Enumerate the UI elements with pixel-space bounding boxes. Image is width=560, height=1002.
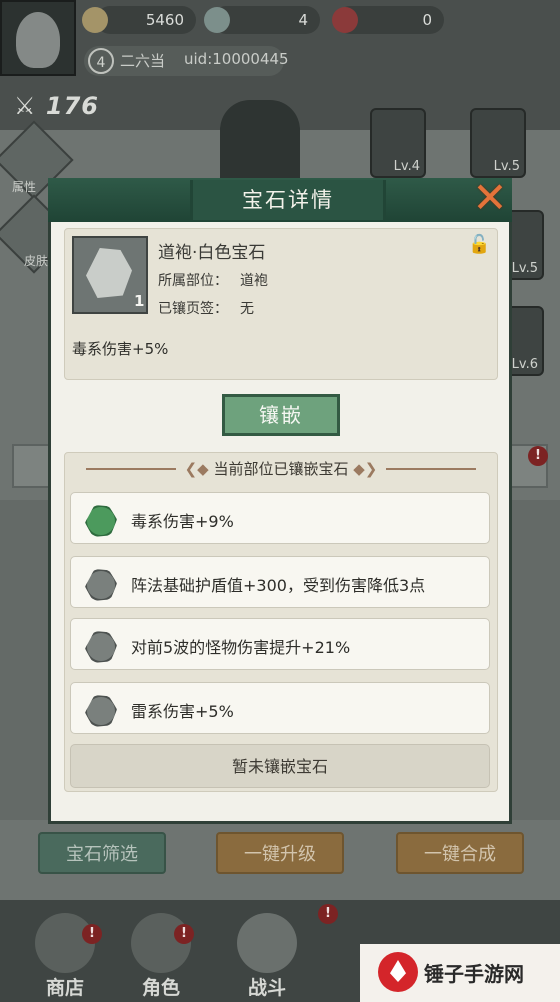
grey-gem-icon (85, 569, 117, 601)
shop-icon (35, 913, 95, 973)
nav-role-label: 角色 (141, 977, 180, 999)
equip-level: Lv.5 (511, 261, 538, 276)
gem-part-label: 所属部位： (158, 273, 228, 289)
green-gem-icon (85, 505, 117, 537)
inlaid-gem-effect: 对前5波的怪物伤害提升+21% (131, 638, 351, 657)
player-avatar[interactable] (0, 0, 76, 76)
gem-currency-count: 4 (298, 11, 308, 29)
inlaid-gem-row[interactable]: 雷系伤害+5% (70, 682, 490, 734)
coin-icon (82, 7, 108, 33)
section-title: ❮◆ 当前部位已镶嵌宝石 ◆❯ (64, 458, 498, 479)
coin-counter: 5460 (96, 6, 196, 34)
grey-gem-icon (85, 695, 117, 727)
nav-shop-label: 商店 (45, 977, 84, 999)
inlaid-gem-effect: 毒系伤害+9% (131, 512, 234, 531)
alert-badge: ! (528, 446, 548, 466)
combat-power: ⚔ 176 (14, 92, 99, 120)
unlock-icon[interactable]: 🔓 (468, 234, 490, 256)
combat-power-value: 176 (45, 92, 99, 120)
inlaid-gem-effect: 阵法基础护盾值+300，受到伤害降低3点 (131, 576, 426, 595)
one-click-merge-button[interactable]: 一键合成 (396, 832, 524, 874)
gem-quantity: 1 (134, 292, 145, 310)
coin-count: 5460 (145, 11, 184, 29)
gem-filter-button[interactable]: 宝石筛选 (38, 832, 166, 874)
empty-gem-slot[interactable]: 暂未镶嵌宝石 (70, 744, 490, 788)
inlaid-gem-row[interactable]: 阵法基础护盾值+300，受到伤害降低3点 (70, 556, 490, 608)
skin-label: 皮肤 (24, 254, 49, 268)
inlay-button[interactable]: 镶嵌 (222, 394, 340, 436)
player-level: 4 (88, 48, 114, 74)
inlaid-gem-row[interactable]: 毒系伤害+9% (70, 492, 490, 544)
player-uid: uid:10000445 (184, 50, 289, 68)
hammer-logo-icon (378, 952, 418, 992)
orb-icon (332, 7, 358, 33)
gem-part-value: 道袍 (240, 273, 268, 289)
equip-level: Lv.4 (393, 159, 420, 174)
gem-currency-icon (204, 7, 230, 33)
watermark-text: 锤子手游网 (424, 962, 524, 986)
equip-level: Lv.6 (511, 357, 538, 372)
gem-effect: 毒系伤害+5% (72, 340, 169, 358)
battle-icon (237, 913, 297, 973)
nav-role[interactable]: 角色 (116, 905, 206, 1000)
attribute-label: 属性 (12, 180, 37, 194)
inlaid-gem-row[interactable]: 对前5波的怪物伤害提升+21% (70, 618, 490, 670)
one-click-upgrade-button[interactable]: 一键升级 (216, 832, 344, 874)
ornament-right-icon: ◆❯ (348, 460, 378, 478)
close-icon[interactable]: ✕ (470, 177, 510, 219)
nav-shop[interactable]: 商店 (20, 905, 110, 1000)
equipment-slot-2[interactable]: Lv.5 (470, 108, 526, 178)
gem-page-value: 无 (240, 301, 254, 317)
role-badge: ! (174, 924, 194, 944)
section-title-text: 当前部位已镶嵌宝石 (213, 460, 349, 478)
shop-badge: ! (82, 924, 102, 944)
character-figure (220, 100, 300, 190)
gem-name: 道袍·白色宝石 (158, 243, 266, 263)
inlaid-gem-effect: 雷系伤害+5% (131, 702, 234, 721)
nav-battle[interactable]: 战斗 (222, 905, 312, 1000)
nav-battle-label: 战斗 (247, 977, 286, 999)
equipment-slot-1[interactable]: Lv.4 (370, 108, 426, 178)
gem-page-label: 已镶页签： (158, 301, 228, 317)
battle-badge: ! (318, 904, 338, 924)
orb-count: 0 (422, 11, 432, 29)
player-name: 二六当 (120, 52, 166, 70)
equip-level: Lv.5 (493, 159, 520, 174)
modal-title: 宝石详情 (190, 180, 386, 220)
ornament-left-icon: ❮◆ (184, 460, 214, 478)
grey-gem-icon (85, 631, 117, 663)
